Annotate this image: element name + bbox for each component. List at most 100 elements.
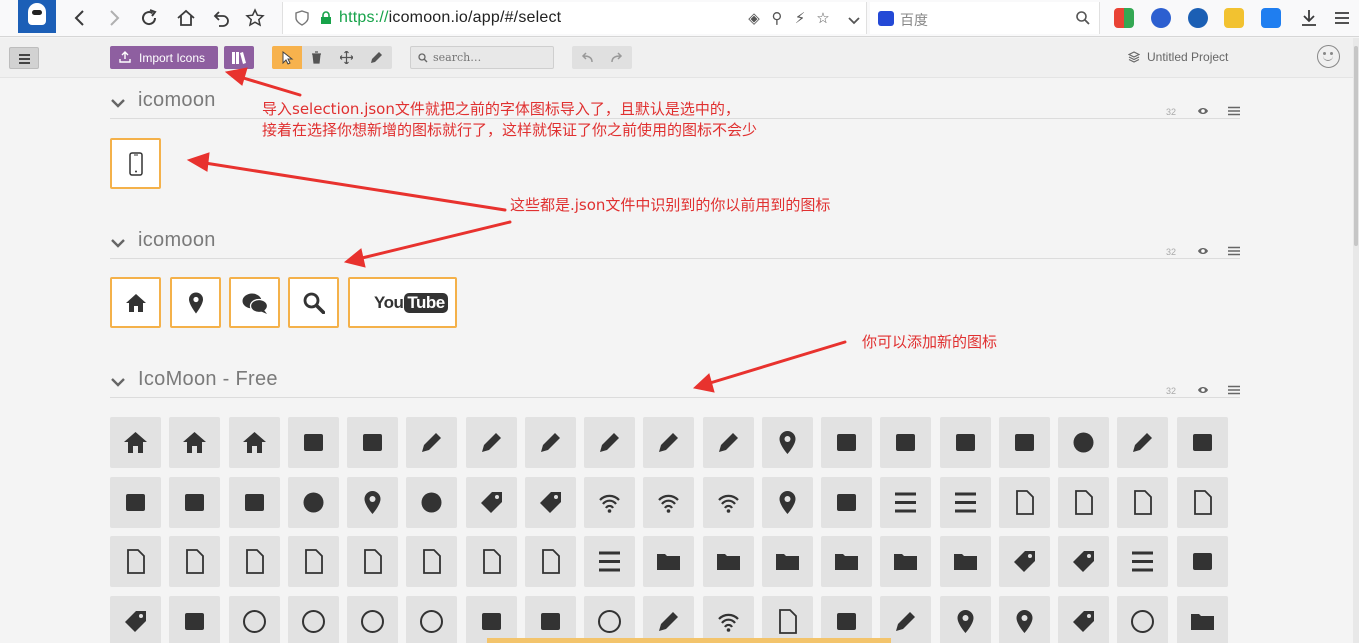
glyph-clubs[interactable] xyxy=(406,477,457,528)
forward-button[interactable] xyxy=(102,6,126,30)
selected-glyph-search[interactable] xyxy=(288,277,339,328)
chevron-down-icon[interactable] xyxy=(110,376,126,388)
glyph-coin-euro[interactable] xyxy=(288,596,339,643)
glyph-diamonds[interactable] xyxy=(466,477,517,528)
icon-search-field[interactable] xyxy=(410,46,554,69)
glyph-folder-upload[interactable] xyxy=(940,536,991,587)
browser-menu-button[interactable] xyxy=(1330,6,1354,30)
extension-globe-icon[interactable] xyxy=(1151,8,1171,28)
extension-send-icon[interactable] xyxy=(1261,8,1281,28)
glyph-paint-format[interactable] xyxy=(821,417,872,468)
glyph-envelop[interactable] xyxy=(821,596,872,643)
eye-icon[interactable] xyxy=(1197,246,1209,256)
tab-favicon[interactable] xyxy=(18,0,56,33)
icon-search-input[interactable] xyxy=(433,49,548,66)
glyph-profile[interactable] xyxy=(1058,477,1109,528)
selected-glyph-bubbles[interactable] xyxy=(229,277,280,328)
import-icons-button[interactable]: Import Icons xyxy=(110,46,218,69)
glyph-qrcode[interactable] xyxy=(1177,536,1228,587)
glyph-compass2[interactable] xyxy=(1117,596,1168,643)
undo-button[interactable] xyxy=(572,46,602,69)
extension-shield-icon[interactable] xyxy=(1188,8,1208,28)
lightning-icon[interactable]: ⚡ xyxy=(790,9,810,27)
glyph-location[interactable] xyxy=(940,596,991,643)
glyph-pacman[interactable] xyxy=(288,477,339,528)
glyph-file-empty[interactable] xyxy=(1117,477,1168,528)
address-bar[interactable]: https://icomoon.io/app/#/select ◈ ⚲ ⚡ ☆ xyxy=(282,2,867,34)
glyph-calculator[interactable] xyxy=(525,596,576,643)
tracking-shield-icon[interactable]: ◈ xyxy=(744,9,764,27)
bookmark-icon[interactable]: ☆ xyxy=(813,9,833,27)
glyph-file-text[interactable] xyxy=(999,477,1050,528)
glyph-image[interactable] xyxy=(880,417,931,468)
glyph-film[interactable] xyxy=(110,477,161,528)
glyph-coin-pound[interactable] xyxy=(347,596,398,643)
glyph-address-book[interactable] xyxy=(762,596,813,643)
glyph-home[interactable] xyxy=(110,417,161,468)
glyph-blog[interactable] xyxy=(643,417,694,468)
back-button[interactable] xyxy=(68,6,92,30)
set-menu-icon[interactable] xyxy=(1228,246,1240,256)
glyph-pen[interactable] xyxy=(584,417,635,468)
glyph-folder-minus[interactable] xyxy=(821,536,872,587)
glyph-folder-plus[interactable] xyxy=(762,536,813,587)
glyph-paste[interactable] xyxy=(525,536,576,587)
glyph-quill[interactable] xyxy=(525,417,576,468)
glyph-dice[interactable] xyxy=(229,477,280,528)
glyph-home2[interactable] xyxy=(169,417,220,468)
glyph-phone-hang-up[interactable] xyxy=(703,596,754,643)
glyph-price-tag[interactable] xyxy=(999,536,1050,587)
eye-icon[interactable] xyxy=(1197,385,1209,395)
glyph-coin-dollar[interactable] xyxy=(229,596,280,643)
undo-close-tab-button[interactable] xyxy=(209,6,233,30)
glyph-books[interactable] xyxy=(880,477,931,528)
glyph-file-picture[interactable] xyxy=(169,536,220,587)
glyph-connection[interactable] xyxy=(584,477,635,528)
glyph-map[interactable] xyxy=(1177,596,1228,643)
eye-icon[interactable] xyxy=(1197,106,1209,116)
glyph-droplet[interactable] xyxy=(762,417,813,468)
glyph-feed[interactable] xyxy=(703,477,754,528)
glyph-file-text2[interactable] xyxy=(110,536,161,587)
main-menu-button[interactable] xyxy=(9,47,39,69)
glyph-folder[interactable] xyxy=(643,536,694,587)
project-selector[interactable]: Untitled Project xyxy=(1127,50,1228,64)
glyph-pencil[interactable] xyxy=(406,417,457,468)
glyph-folder-download[interactable] xyxy=(880,536,931,587)
glyph-file-music[interactable] xyxy=(229,536,280,587)
glyph-home3[interactable] xyxy=(229,417,280,468)
chevron-down-icon[interactable] xyxy=(110,97,126,109)
glyph-file-play[interactable] xyxy=(288,536,339,587)
downloads-button[interactable] xyxy=(1297,6,1321,30)
glyph-headphones[interactable] xyxy=(1058,417,1109,468)
glyph-office[interactable] xyxy=(288,417,339,468)
selected-glyph-home[interactable] xyxy=(110,277,161,328)
select-tool-button[interactable] xyxy=(272,46,302,69)
glyph-barcode[interactable] xyxy=(1117,536,1168,587)
zoom-icon[interactable]: ⚲ xyxy=(767,9,787,27)
glyph-files-empty[interactable] xyxy=(1177,477,1228,528)
glyph-lifebuoy[interactable] xyxy=(584,596,635,643)
glyph-location2[interactable] xyxy=(999,596,1050,643)
glyph-podcast[interactable] xyxy=(643,477,694,528)
home-button[interactable] xyxy=(174,6,198,30)
feedback-smiley-icon[interactable] xyxy=(1317,45,1340,68)
glyph-compass[interactable] xyxy=(1058,596,1109,643)
reload-button[interactable] xyxy=(137,6,161,30)
glyph-folder-open[interactable] xyxy=(703,536,754,587)
search-engine-box[interactable]: 百度 xyxy=(870,2,1100,34)
glyph-camera[interactable] xyxy=(999,417,1050,468)
glyph-music[interactable] xyxy=(1117,417,1168,468)
glyph-coin-yen[interactable] xyxy=(406,596,457,643)
url-dropdown-button[interactable] xyxy=(842,8,866,32)
bookmark-star-button[interactable] xyxy=(243,6,267,30)
set-menu-icon[interactable] xyxy=(1228,106,1240,116)
selected-glyph-location[interactable] xyxy=(170,277,221,328)
glyph-price-tags[interactable] xyxy=(1058,536,1109,587)
redo-button[interactable] xyxy=(602,46,632,69)
glyph-book[interactable] xyxy=(821,477,872,528)
glyph-eyedropper[interactable] xyxy=(703,417,754,468)
icon-library-button[interactable] xyxy=(224,46,254,69)
chevron-down-icon[interactable] xyxy=(110,237,126,249)
glyph-mic[interactable] xyxy=(762,477,813,528)
